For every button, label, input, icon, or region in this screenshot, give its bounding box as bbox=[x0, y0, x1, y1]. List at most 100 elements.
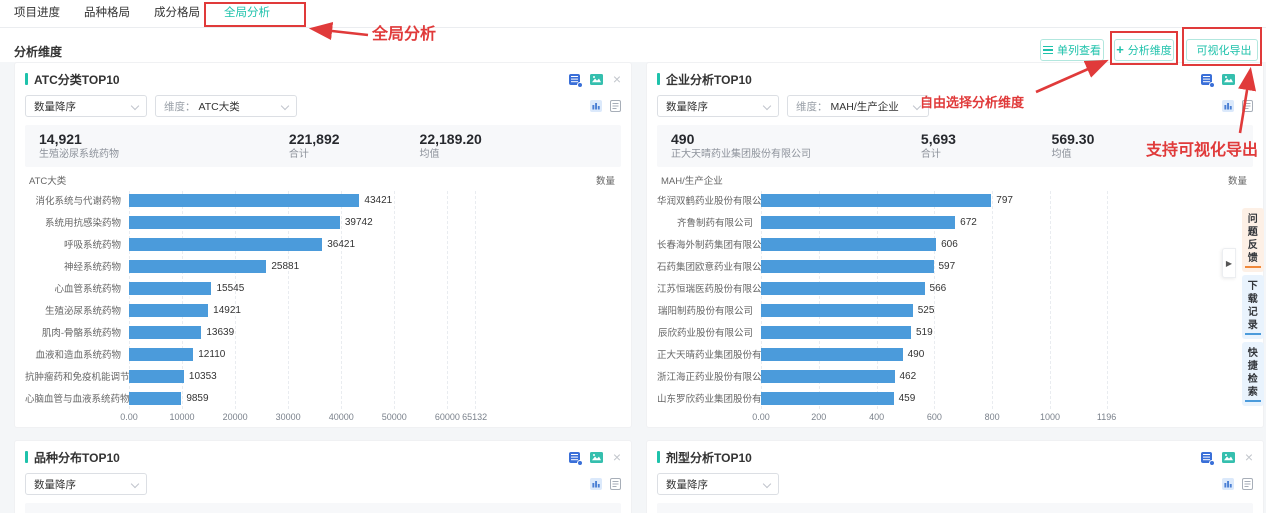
bar-value: 43421 bbox=[364, 195, 392, 206]
stat-value: 14,921 bbox=[39, 131, 289, 147]
tab-variety-pattern[interactable]: 品种格局 bbox=[84, 0, 130, 28]
chevron-down-icon bbox=[763, 480, 771, 488]
image-export-icon[interactable] bbox=[590, 74, 603, 85]
stat-value: 490 bbox=[671, 131, 921, 147]
bar[interactable] bbox=[129, 216, 340, 229]
category-label: 消化系统与代谢药物 bbox=[25, 193, 129, 207]
dimension-select[interactable]: 维度：MAH/生产企业 bbox=[787, 95, 929, 117]
bar-value: 597 bbox=[939, 261, 956, 272]
bar-value: 10353 bbox=[189, 371, 217, 382]
x-axis-tick: 10000 bbox=[170, 412, 195, 422]
top-tab-bar: 项目进度 品种格局 成分格局 全局分析 bbox=[0, 0, 1266, 28]
bar-row: 心脑血管与血液系统药物9859 bbox=[25, 387, 621, 409]
bar-row: 正大天晴药业集团股份有限...490 bbox=[657, 343, 1253, 365]
x-axis-tick: 60000 bbox=[435, 412, 460, 422]
bar[interactable] bbox=[761, 260, 934, 273]
close-icon[interactable]: × bbox=[613, 451, 621, 463]
x-axis-tick: 65132 bbox=[462, 412, 487, 422]
single-column-view-button[interactable]: 单列查看 bbox=[1040, 39, 1104, 61]
category-label: 呼吸系统药物 bbox=[25, 237, 129, 251]
bar-value: 13639 bbox=[206, 327, 234, 338]
expand-panel-handle[interactable]: ▶ bbox=[1222, 248, 1236, 278]
bar-row: 华润双鹤药业股份有限公司 797 bbox=[657, 189, 1253, 211]
table-view-icon[interactable] bbox=[610, 478, 621, 490]
bar[interactable] bbox=[129, 238, 322, 251]
card-title: 剂型分析TOP10 bbox=[666, 449, 1201, 466]
sort-select[interactable]: 数量降序 bbox=[657, 473, 779, 495]
image-export-icon[interactable] bbox=[1222, 452, 1235, 463]
bar-row: 消化系统与代谢药物 43421 bbox=[25, 189, 621, 211]
stat-value: 569.30 bbox=[1052, 131, 1239, 147]
close-icon[interactable]: × bbox=[1245, 73, 1253, 85]
card-accent-bar bbox=[25, 451, 28, 463]
close-icon[interactable]: × bbox=[1245, 451, 1253, 463]
y-axis-title: MAH/生产企业 bbox=[661, 173, 723, 187]
sort-select[interactable]: 数量降序 bbox=[657, 95, 779, 117]
bar-value: 797 bbox=[996, 195, 1013, 206]
bar-value: 36421 bbox=[327, 239, 355, 250]
x-axis-tick: 400 bbox=[869, 412, 884, 422]
category-label: 石药集团欧意药业有限公司 bbox=[657, 259, 761, 273]
category-label: 华润双鹤药业股份有限公司 bbox=[657, 193, 761, 207]
tab-project-progress[interactable]: 项目进度 bbox=[14, 0, 60, 28]
chart-view-icon[interactable] bbox=[590, 478, 602, 490]
close-icon[interactable]: × bbox=[613, 73, 621, 85]
bar[interactable] bbox=[761, 216, 955, 229]
bar[interactable] bbox=[129, 282, 211, 295]
report-icon[interactable] bbox=[1201, 74, 1212, 85]
bar[interactable] bbox=[761, 370, 895, 383]
bar[interactable] bbox=[761, 348, 903, 361]
bar[interactable] bbox=[761, 326, 911, 339]
chart-view-icon[interactable] bbox=[1222, 100, 1234, 112]
category-label: 浙江海正药业股份有限公司 bbox=[657, 369, 761, 383]
category-label: 生殖泌尿系统药物 bbox=[25, 303, 129, 317]
x-axis-tick: 40000 bbox=[329, 412, 354, 422]
side-tab-download-history[interactable]: 下载记录 bbox=[1242, 275, 1264, 339]
bar[interactable] bbox=[129, 326, 201, 339]
category-label: 心血管系统药物 bbox=[25, 281, 129, 295]
chart-view-icon[interactable] bbox=[1222, 478, 1234, 490]
bar-value: 9859 bbox=[186, 393, 208, 404]
category-label: 肌肉-骨骼系统药物 bbox=[25, 325, 129, 339]
side-tab-quick-search[interactable]: 快捷检索 bbox=[1242, 342, 1264, 406]
tab-ingredient-pattern[interactable]: 成分格局 bbox=[154, 0, 200, 28]
table-view-icon[interactable] bbox=[1242, 478, 1253, 490]
image-export-icon[interactable] bbox=[590, 452, 603, 463]
section-title: 分析维度 bbox=[14, 43, 62, 60]
chart-view-icon[interactable] bbox=[590, 100, 602, 112]
dimension-select[interactable]: 维度：ATC大类 bbox=[155, 95, 297, 117]
bar[interactable] bbox=[129, 260, 266, 273]
report-icon[interactable] bbox=[1201, 452, 1212, 463]
visual-export-button[interactable]: 可视化导出 bbox=[1186, 39, 1258, 61]
analysis-dimension-button[interactable]: + 分析维度 bbox=[1114, 39, 1174, 61]
category-label: 正大天晴药业集团股份有限... bbox=[657, 347, 761, 361]
table-view-icon[interactable] bbox=[610, 100, 621, 112]
category-label: 瑞阳制药股份有限公司 bbox=[657, 303, 761, 317]
report-icon[interactable] bbox=[569, 74, 580, 85]
bar[interactable] bbox=[761, 282, 925, 295]
bar[interactable] bbox=[761, 392, 894, 405]
bar[interactable] bbox=[129, 392, 181, 405]
bar[interactable] bbox=[129, 194, 359, 207]
bar-row: 生殖泌尿系统药物14921 bbox=[25, 299, 621, 321]
side-tab-strip: 问题反馈 下载记录 快捷检索 bbox=[1242, 208, 1264, 406]
bar[interactable] bbox=[129, 304, 208, 317]
stats-row: 14,921生殖泌尿系统药物 221,892合计 22,189.20均值 bbox=[25, 125, 621, 167]
bar[interactable] bbox=[761, 194, 991, 207]
report-icon[interactable] bbox=[569, 452, 580, 463]
side-tab-feedback[interactable]: 问题反馈 bbox=[1242, 208, 1264, 272]
bar-value: 525 bbox=[918, 305, 935, 316]
image-export-icon[interactable] bbox=[1222, 74, 1235, 85]
bar-value: 606 bbox=[941, 239, 958, 250]
bar-value: 566 bbox=[930, 283, 947, 294]
table-view-icon[interactable] bbox=[1242, 100, 1253, 112]
tab-global-analysis[interactable]: 全局分析 bbox=[224, 0, 270, 28]
bar[interactable] bbox=[761, 238, 936, 251]
bar[interactable] bbox=[129, 348, 193, 361]
bar-row: 血液和造血系统药物12110 bbox=[25, 343, 621, 365]
sort-select[interactable]: 数量降序 bbox=[25, 473, 147, 495]
bar[interactable] bbox=[761, 304, 913, 317]
bar-value: 459 bbox=[899, 393, 916, 404]
bar[interactable] bbox=[129, 370, 184, 383]
sort-select[interactable]: 数量降序 bbox=[25, 95, 147, 117]
